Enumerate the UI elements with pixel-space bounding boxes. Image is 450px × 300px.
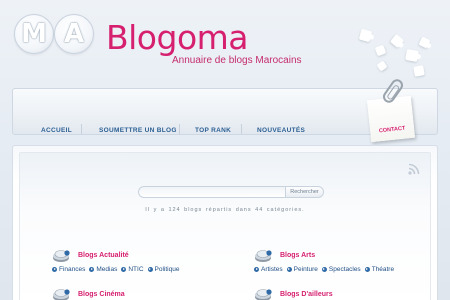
category-stack-icon <box>53 250 70 262</box>
puzzle-piece-icon <box>376 60 388 72</box>
blog-stats-text: Il y a 124 blogs répartis dans 44 catégo… <box>145 207 305 213</box>
contact-note-button[interactable]: CONTACT <box>366 95 416 143</box>
category-title-cinema[interactable]: Blogs Cinéma <box>78 291 125 298</box>
category-link-finances[interactable]: Finances <box>52 266 85 273</box>
arrow-bullet-icon <box>364 267 370 272</box>
nav-item-nouveautes[interactable]: NOUVEAUTÉS <box>257 127 305 134</box>
category-links-actualite: Finances Medias NTIC Politique <box>52 266 183 273</box>
logo-circle-a: A <box>54 14 94 54</box>
category-title-dailleurs[interactable]: Blogs D'ailleurs <box>280 291 333 298</box>
puzzle-piece-icon <box>389 33 405 49</box>
arrow-bullet-icon <box>321 267 327 272</box>
puzzle-piece-icon <box>405 49 419 62</box>
category-links-arts: Artistes Peinture Spectacles Théatre <box>254 266 398 273</box>
nav-item-top-rank[interactable]: TOP RANK <box>195 127 231 134</box>
category-link-artistes[interactable]: Artistes <box>254 266 283 273</box>
arrow-bullet-icon <box>254 267 259 272</box>
puzzle-piece-icon <box>358 28 373 43</box>
category-link-ntic[interactable]: NTIC <box>121 266 144 273</box>
nav-divider <box>81 124 82 134</box>
nav-divider <box>179 124 180 134</box>
content-panel: Rechercher Il y a 124 blogs répartis dan… <box>12 145 438 300</box>
nav-item-soumettre[interactable]: SOUMETTRE UN BLOG <box>99 127 177 134</box>
category-link-peinture[interactable]: Peinture <box>286 266 318 273</box>
category-stack-icon <box>53 289 70 300</box>
category-title-actualite[interactable]: Blogs Actualité <box>78 252 129 259</box>
arrow-bullet-icon <box>147 267 153 272</box>
logo-circle-m: M <box>14 14 54 54</box>
category-stack-icon <box>255 250 272 262</box>
category-link-theatre[interactable]: Théatre <box>364 266 394 273</box>
category-link-medias[interactable]: Medias <box>89 266 117 273</box>
category-stack-icon <box>255 289 272 300</box>
nav-item-accueil[interactable]: ACCUEIL <box>41 127 72 134</box>
site-logo[interactable]: M A Blogoma Annuaire de blogs Marocains <box>10 14 302 74</box>
arrow-bullet-icon <box>52 267 57 272</box>
contact-label: CONTACT <box>378 125 406 135</box>
site-brand-name: Blogoma <box>106 18 249 57</box>
arrow-bullet-icon <box>286 267 292 272</box>
category-title-arts[interactable]: Blogs Arts <box>280 252 315 259</box>
puzzle-piece-icon <box>418 36 431 49</box>
search-input[interactable] <box>138 186 286 198</box>
search-bar: Rechercher <box>138 186 328 200</box>
category-link-spectacles[interactable]: Spectacles <box>321 266 361 273</box>
arrow-bullet-icon <box>121 267 127 272</box>
puzzle-piece-icon <box>374 44 387 57</box>
arrow-bullet-icon <box>89 267 95 272</box>
search-button[interactable]: Rechercher <box>286 186 324 198</box>
puzzle-piece-icon <box>413 65 425 77</box>
site-tagline: Annuaire de blogs Marocains <box>172 55 302 66</box>
content-panel-inner: Rechercher Il y a 124 blogs répartis dan… <box>19 152 431 300</box>
nav-divider <box>241 124 242 134</box>
rss-icon[interactable] <box>408 163 420 175</box>
category-link-politique[interactable]: Politique <box>147 266 179 273</box>
